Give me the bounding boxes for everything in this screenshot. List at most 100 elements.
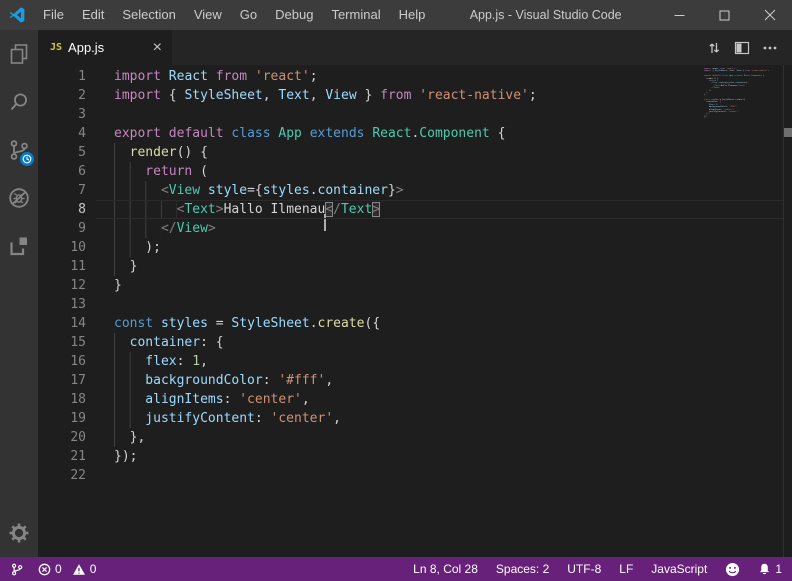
menu-item-go[interactable]: Go — [231, 0, 266, 30]
code-text[interactable] — [86, 466, 114, 485]
code-text[interactable]: render() { — [86, 143, 208, 162]
search-icon[interactable] — [0, 78, 38, 126]
code-text[interactable] — [86, 105, 114, 124]
git-branch-indicator[interactable] — [10, 562, 24, 577]
overview-ruler[interactable] — [783, 65, 792, 557]
menu-item-edit[interactable]: Edit — [73, 0, 113, 30]
line-number[interactable]: 3 — [38, 105, 86, 124]
line-number[interactable]: 19 — [38, 409, 86, 428]
code-text[interactable]: justifyContent: 'center', — [86, 409, 341, 428]
notifications-bell[interactable]: 1 — [758, 562, 782, 576]
code-text[interactable]: import { StyleSheet, Text, View } from '… — [86, 86, 537, 105]
code-line[interactable]: 20}, — [38, 428, 792, 447]
line-number[interactable]: 2 — [38, 86, 86, 105]
close-button[interactable] — [747, 0, 792, 30]
code-line[interactable]: 17backgroundColor: '#fff', — [38, 371, 792, 390]
code-line[interactable]: 10); — [38, 238, 792, 257]
code-editor[interactable]: 1import React from 'react';2import { Sty… — [38, 65, 792, 557]
cursor-position[interactable]: Ln 8, Col 28 — [413, 562, 478, 576]
line-number[interactable]: 8 — [38, 200, 86, 219]
code-text[interactable]: </View> — [86, 219, 216, 238]
code-line[interactable]: 11} — [38, 257, 792, 276]
line-number[interactable]: 13 — [38, 295, 86, 314]
split-editor-icon[interactable] — [728, 30, 756, 65]
code-text[interactable]: }, — [86, 428, 145, 447]
line-number[interactable]: 17 — [38, 371, 86, 390]
line-number[interactable]: 20 — [38, 428, 86, 447]
problems-indicator[interactable]: 0 0 — [38, 562, 96, 576]
code-text[interactable]: } — [86, 276, 122, 295]
debug-icon[interactable] — [0, 174, 38, 222]
line-number[interactable]: 21 — [38, 447, 86, 466]
language-mode[interactable]: JavaScript — [651, 562, 707, 576]
code-line[interactable]: 1import React from 'react'; — [38, 67, 792, 86]
maximize-button[interactable] — [702, 0, 747, 30]
menu-item-help[interactable]: Help — [390, 0, 435, 30]
code-text[interactable]: export default class App extends React.C… — [86, 124, 505, 143]
vscode-logo-icon[interactable] — [0, 0, 34, 30]
code-line[interactable]: 7<View style={styles.container}> — [38, 181, 792, 200]
code-text[interactable]: <View style={styles.container}> — [86, 181, 404, 200]
line-number[interactable]: 10 — [38, 238, 86, 257]
code-line[interactable]: 9</View> — [38, 219, 792, 238]
code-text[interactable]: }); — [86, 447, 137, 466]
menu-item-view[interactable]: View — [185, 0, 231, 30]
line-number[interactable]: 12 — [38, 276, 86, 295]
manage-gear-icon[interactable] — [0, 509, 38, 557]
code-text[interactable]: const styles = StyleSheet.create({ — [86, 314, 380, 333]
code-text[interactable] — [86, 295, 114, 314]
code-line[interactable]: 19justifyContent: 'center', — [38, 409, 792, 428]
line-number[interactable]: 4 — [38, 124, 86, 143]
code-line[interactable]: 6return ( — [38, 162, 792, 181]
menu-item-file[interactable]: File — [34, 0, 73, 30]
code-line[interactable]: 22 — [38, 466, 792, 485]
line-number[interactable]: 6 — [38, 162, 86, 181]
code-text[interactable]: ); — [86, 238, 161, 257]
code-line[interactable]: 13 — [38, 295, 792, 314]
eol-indicator[interactable]: LF — [619, 562, 633, 576]
open-changes-icon[interactable] — [700, 30, 728, 65]
code-line[interactable]: 4export default class App extends React.… — [38, 124, 792, 143]
code-text[interactable]: flex: 1, — [86, 352, 208, 371]
code-line[interactable]: 8<Text>Hallo Ilmenau</Text> — [38, 200, 792, 219]
line-number[interactable]: 5 — [38, 143, 86, 162]
code-text[interactable]: alignItems: 'center', — [86, 390, 310, 409]
code-text[interactable]: import React from 'react'; — [86, 67, 318, 86]
code-line[interactable]: 15container: { — [38, 333, 792, 352]
line-number[interactable]: 1 — [38, 67, 86, 86]
code-line[interactable]: 5render() { — [38, 143, 792, 162]
menu-item-debug[interactable]: Debug — [266, 0, 322, 30]
indentation-indicator[interactable]: Spaces: 2 — [496, 562, 549, 576]
code-text[interactable]: return ( — [86, 162, 208, 181]
line-number[interactable]: 14 — [38, 314, 86, 333]
line-number[interactable]: 18 — [38, 390, 86, 409]
line-number[interactable]: 11 — [38, 257, 86, 276]
explorer-icon[interactable] — [0, 30, 38, 78]
source-control-icon[interactable] — [0, 126, 38, 174]
line-number[interactable]: 15 — [38, 333, 86, 352]
code-text[interactable]: container: { — [86, 333, 224, 352]
line-number[interactable]: 16 — [38, 352, 86, 371]
line-number[interactable]: 22 — [38, 466, 86, 485]
code-text[interactable]: <Text>Hallo Ilmenau</Text> — [86, 200, 380, 219]
minimize-button[interactable] — [657, 0, 702, 30]
code-line[interactable]: 14const styles = StyleSheet.create({ — [38, 314, 792, 333]
code-line[interactable]: 3 — [38, 105, 792, 124]
code-line[interactable]: 16flex: 1, — [38, 352, 792, 371]
code-line[interactable]: 2import { StyleSheet, Text, View } from … — [38, 86, 792, 105]
more-actions-icon[interactable] — [756, 30, 784, 65]
code-line[interactable]: 12} — [38, 276, 792, 295]
extensions-icon[interactable] — [0, 222, 38, 270]
menu-item-terminal[interactable]: Terminal — [322, 0, 389, 30]
encoding-indicator[interactable]: UTF-8 — [567, 562, 601, 576]
code-line[interactable]: 21}); — [38, 447, 792, 466]
code-text[interactable]: backgroundColor: '#fff', — [86, 371, 333, 390]
menu-item-selection[interactable]: Selection — [113, 0, 184, 30]
close-tab-icon[interactable]: × — [151, 40, 164, 56]
code-text[interactable]: } — [86, 257, 137, 276]
line-number[interactable]: 9 — [38, 219, 86, 238]
code-line[interactable]: 18alignItems: 'center', — [38, 390, 792, 409]
tab-appjs[interactable]: JS App.js × — [38, 30, 172, 65]
feedback-smiley-icon[interactable] — [725, 562, 740, 577]
line-number[interactable]: 7 — [38, 181, 86, 200]
